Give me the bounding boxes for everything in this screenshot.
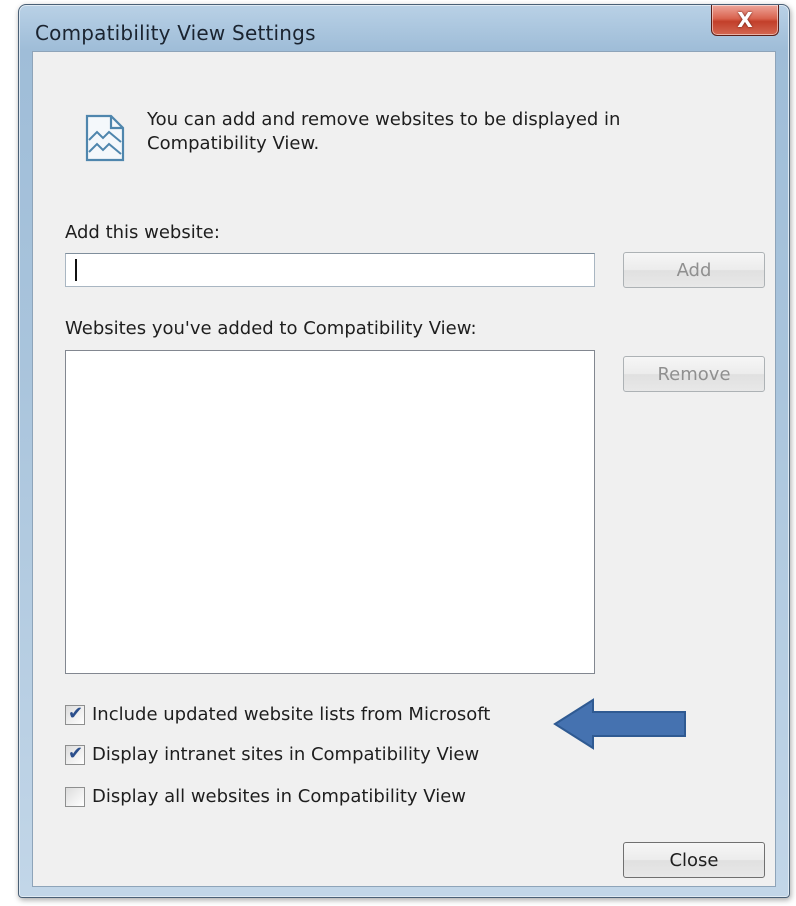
websites-list[interactable]	[65, 350, 595, 674]
close-button[interactable]: Close	[623, 842, 765, 878]
websites-list-label: Websites you've added to Compatibility V…	[65, 318, 477, 339]
option-label: Display intranet sites in Compatibility …	[92, 744, 480, 765]
info-text: You can add and remove websites to be di…	[147, 109, 621, 154]
window-close-button[interactable]: X	[711, 5, 779, 36]
window-title: Compatibility View Settings	[35, 21, 316, 45]
option-label: Display all websites in Compatibility Vi…	[92, 786, 466, 807]
option-include-updated-lists[interactable]: ✔ Include updated website lists from Mic…	[65, 702, 491, 725]
display-intranet-sites-checkbox[interactable]: ✔	[65, 742, 85, 765]
add-website-input[interactable]	[65, 253, 595, 287]
text-caret	[75, 259, 77, 281]
option-display-intranet-sites[interactable]: ✔ Display intranet sites in Compatibilit…	[65, 742, 480, 765]
option-label: Include updated website lists from Micro…	[92, 704, 491, 725]
compatibility-view-icon	[85, 114, 125, 162]
close-icon: X	[737, 8, 753, 32]
option-display-all-websites[interactable]: Display all websites in Compatibility Vi…	[65, 786, 466, 807]
include-updated-lists-checkbox[interactable]: ✔	[65, 702, 85, 725]
checkmark-icon: ✔	[68, 702, 84, 724]
compatibility-view-dialog: Compatibility View Settings X You can ad…	[18, 4, 790, 898]
annotation-arrow-icon	[553, 698, 686, 750]
remove-button[interactable]: Remove	[623, 356, 765, 392]
display-all-websites-checkbox[interactable]	[65, 786, 85, 807]
add-website-label: Add this website:	[65, 222, 220, 243]
checkmark-icon: ✔	[68, 742, 84, 764]
add-button[interactable]: Add	[623, 252, 765, 288]
dialog-body: You can add and remove websites to be di…	[32, 51, 776, 887]
